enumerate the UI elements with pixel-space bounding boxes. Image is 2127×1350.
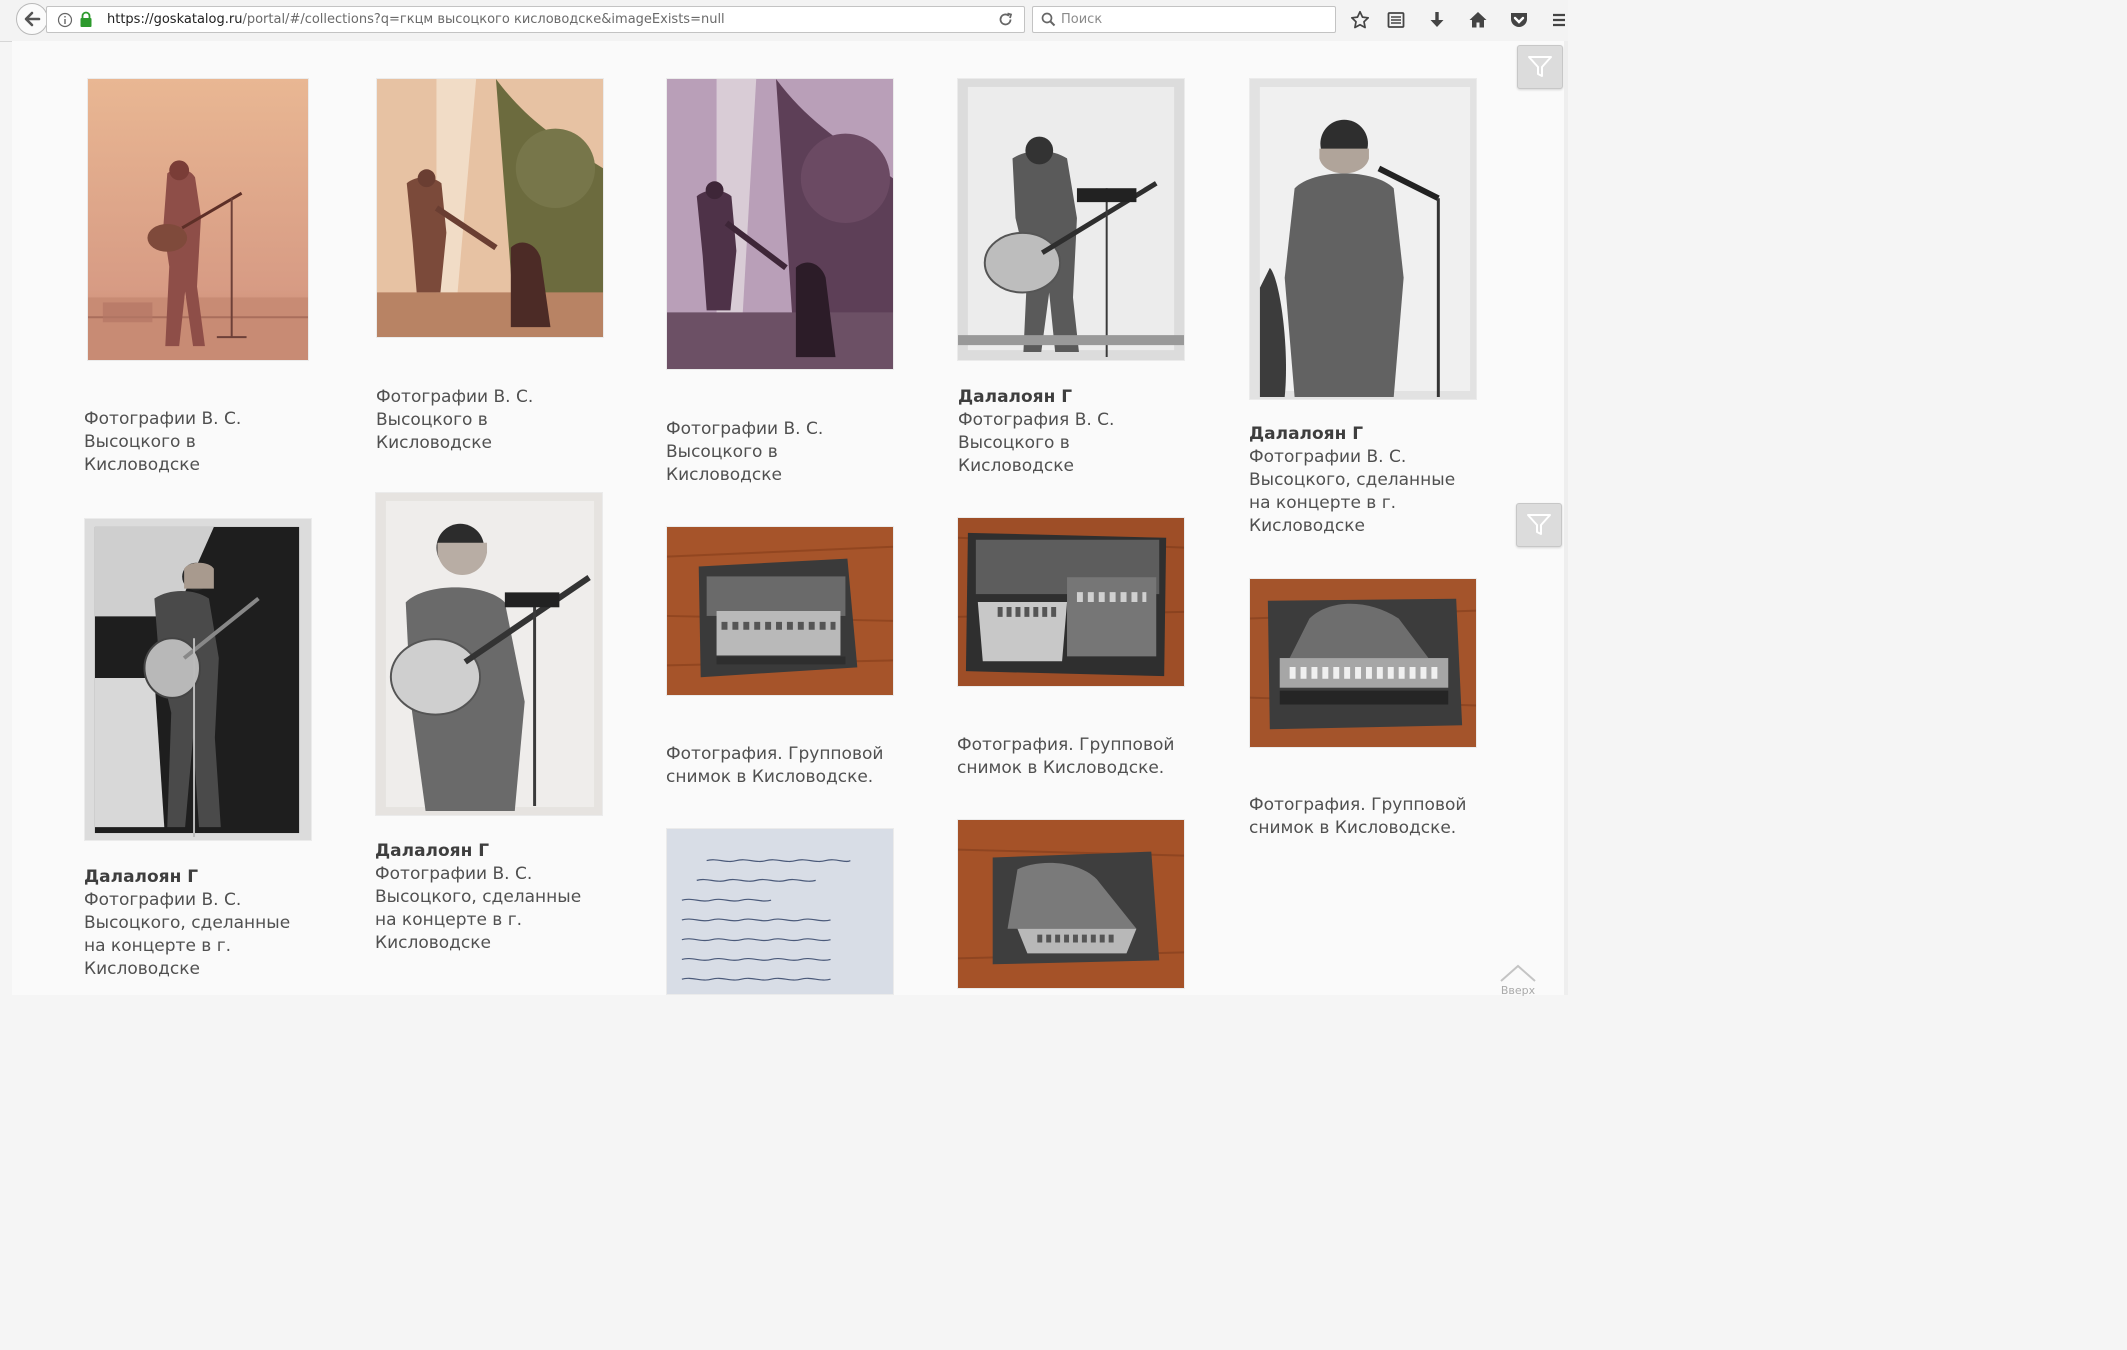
search-placeholder: Поиск [1061, 12, 1103, 27]
catalog-results-grid: Фотографии В. С. Высоцкого в Кисловодске… [12, 41, 1568, 997]
concert-bw-microphone-photo [1250, 79, 1476, 399]
result-photo-12[interactable] [957, 819, 1185, 989]
result-title: Фотографии В. С. Высоцкого в Кисловодске [666, 419, 824, 485]
address-bar[interactable]: https://goskatalog.ru/portal/#/collectio… [46, 6, 1025, 33]
concert-sepia-handshake-photo [377, 79, 603, 337]
result-title: Фотография. Групповой снимок в Кисловодс… [1249, 795, 1467, 838]
chevron-up-icon [1500, 964, 1536, 982]
result-title: Фотография. Групповой снимок в Кисловодс… [957, 735, 1175, 778]
result-photo-10[interactable] [1249, 578, 1477, 748]
back-arrow-icon [24, 11, 41, 27]
search-bar[interactable]: Поиск [1032, 6, 1336, 33]
url-path: /portal/#/collections?q=гкцм высоцкого к… [242, 12, 725, 27]
result-photo-1[interactable] [87, 78, 309, 361]
info-icon[interactable] [57, 12, 73, 28]
page-scrollbar[interactable] [1564, 41, 1568, 995]
group-photo-waterfall-on-wood [958, 518, 1184, 686]
result-photo-5[interactable] [1249, 78, 1477, 400]
lock-icon[interactable] [79, 11, 93, 28]
back-button[interactable] [16, 3, 48, 35]
bookmark-star-icon[interactable] [1348, 8, 1372, 32]
url-host: https://goskatalog.ru [107, 12, 243, 27]
pocket-icon[interactable] [1507, 8, 1531, 32]
filter-button[interactable] [1517, 45, 1563, 89]
group-photo-rocks-on-wood [1250, 579, 1476, 747]
result-photo-8[interactable] [666, 526, 894, 696]
result-caption-7[interactable]: Далалоян Г Фотографии В. С. Высоцкого, с… [375, 840, 607, 955]
home-icon[interactable] [1466, 8, 1490, 32]
filter-button-secondary[interactable] [1516, 503, 1562, 547]
result-author: Далалоян Г [375, 841, 490, 861]
result-photo-4[interactable] [957, 78, 1185, 361]
result-photo-3[interactable] [666, 78, 894, 370]
result-title: Фотографии В. С. Высоцкого, сделанные на… [375, 864, 582, 953]
group-photo-on-wood [667, 527, 893, 695]
result-caption-2[interactable]: Фотографии В. С. Высоцкого в Кисловодске [376, 386, 608, 455]
result-caption-6[interactable]: Далалоян Г Фотографии В. С. Высоцкого, с… [84, 866, 316, 981]
result-author: Далалоян Г [1249, 424, 1364, 444]
filter-icon [1528, 56, 1552, 77]
result-caption-9[interactable]: Фотография. Групповой снимок в Кисловодс… [957, 734, 1189, 780]
rock-group-photo-on-wood [958, 820, 1184, 988]
result-title: Фотография. Групповой снимок в Кисловодс… [666, 744, 884, 787]
download-icon[interactable] [1425, 8, 1449, 32]
result-title: Фотографии В. С. Высоцкого, сделанные на… [1249, 447, 1456, 536]
result-caption-4[interactable]: Далалоян Г Фотография В. С. Высоцкого в … [958, 386, 1190, 478]
menu-icon[interactable] [1548, 8, 1568, 32]
scroll-to-top-label: Вверх [1500, 984, 1536, 997]
result-caption-8[interactable]: Фотография. Групповой снимок в Кисловодс… [666, 743, 898, 789]
result-author: Далалоян Г [84, 867, 199, 887]
browser-toolbar: https://goskatalog.ru/portal/#/collectio… [0, 0, 1568, 42]
concert-bw-guitar-closeup-photo [376, 493, 602, 815]
result-title: Фотографии В. С. Высоцкого в Кисловодске [84, 409, 242, 475]
reading-list-icon[interactable] [1384, 8, 1408, 32]
result-caption-10[interactable]: Фотография. Групповой снимок в Кисловодс… [1249, 794, 1481, 840]
result-photo-11[interactable] [666, 828, 894, 995]
concert-purple-handshake-photo [667, 79, 893, 369]
url-text[interactable]: https://goskatalog.ru/portal/#/collectio… [107, 12, 725, 27]
result-caption-3[interactable]: Фотографии В. С. Высоцкого в Кисловодске [666, 418, 898, 487]
result-caption-5[interactable]: Далалоян Г Фотографии В. С. Высоцкого, с… [1249, 423, 1481, 538]
search-icon [1041, 12, 1056, 27]
result-title: Фотографии В. С. Высоцкого в Кисловодске [376, 387, 534, 453]
result-author: Далалоян Г [958, 387, 1073, 407]
filter-icon [1527, 514, 1551, 535]
concert-bw-dark-stage-photo [85, 519, 311, 840]
concert-bw-guitar-photo [958, 79, 1184, 360]
result-photo-9[interactable] [957, 517, 1185, 687]
handwritten-letter-photo [667, 829, 893, 994]
result-photo-2[interactable] [376, 78, 604, 338]
result-photo-6[interactable] [84, 518, 312, 841]
concert-sepia-guitar-photo [88, 79, 308, 360]
result-title: Фотографии В. С. Высоцкого, сделанные на… [84, 890, 291, 979]
scroll-to-top-button[interactable]: Вверх [1496, 962, 1540, 997]
result-title: Фотография В. С. Высоцкого в Кисловодске [958, 410, 1115, 476]
result-photo-7[interactable] [375, 492, 603, 816]
result-caption-1[interactable]: Фотографии В. С. Высоцкого в Кисловодске [84, 408, 316, 477]
reload-icon[interactable] [997, 11, 1014, 28]
